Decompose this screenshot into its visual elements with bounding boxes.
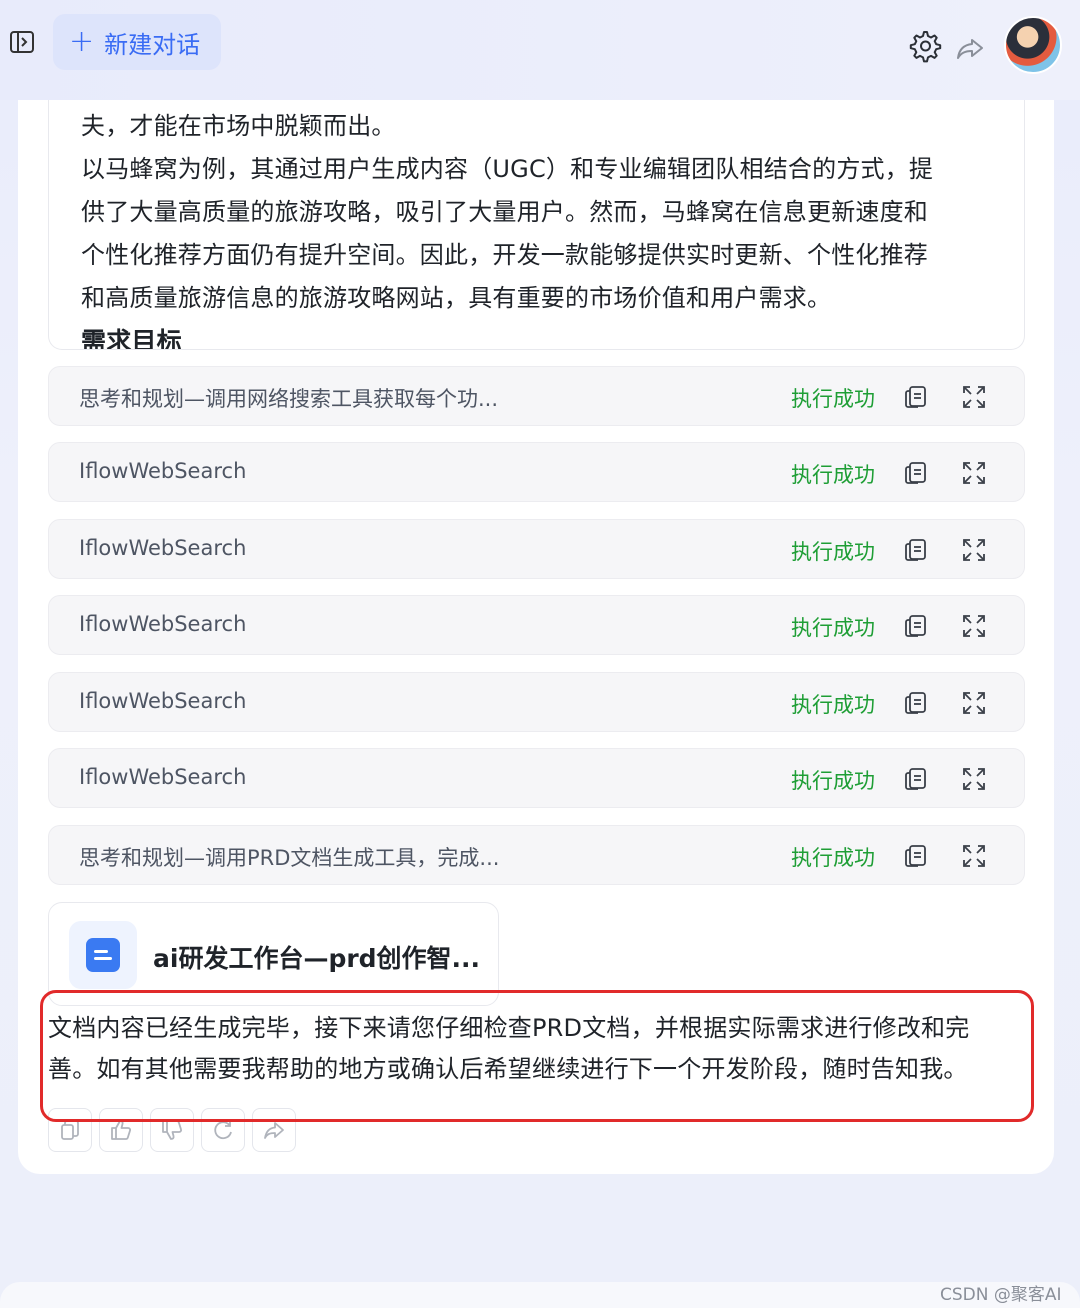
tool-call-row[interactable]: IflowWebSearch 执行成功 [48,748,1025,808]
copy-icon[interactable] [903,613,929,639]
copy-icon[interactable] [903,537,929,563]
plus-icon: + [69,24,95,59]
expand-icon[interactable] [961,613,987,639]
tool-call-row[interactable]: IflowWebSearch 执行成功 [48,672,1025,732]
tool-call-name: IflowWebSearch [79,459,247,483]
tool-call-row[interactable]: 思考和规划—调用网络搜索工具获取每个功... 执行成功 [48,366,1025,426]
document-preview: 夫，才能在市场中脱颖而出。 以马蜂窝为例，其通过用户生成内容（UGC）和专业编辑… [48,100,1025,350]
tool-call-row[interactable]: IflowWebSearch 执行成功 [48,519,1025,579]
sidebar-toggle-icon[interactable] [8,28,36,56]
tool-call-status: 执行成功 [791,463,875,487]
share-icon[interactable] [954,32,986,64]
tool-call-status: 执行成功 [791,387,875,411]
expand-icon[interactable] [961,690,987,716]
copy-icon[interactable] [903,384,929,410]
tool-call-name: IflowWebSearch [79,536,247,560]
file-icon-wrap [69,921,137,989]
tool-call-row[interactable]: 思考和规划—调用PRD文档生成工具，完成... 执行成功 [48,825,1025,885]
tool-call-row[interactable]: IflowWebSearch 执行成功 [48,442,1025,502]
avatar[interactable] [1004,16,1062,74]
document-line: 以马蜂窝为例，其通过用户生成内容（UGC）和专业编辑团队相结合的方式，提 [81,155,934,183]
expand-icon[interactable] [961,537,987,563]
document-line: 个性化推荐方面仍有提升空间。因此，开发一款能够提供实时更新、个性化推荐 [81,241,928,269]
tool-call-name: IflowWebSearch [79,765,247,789]
document-icon [86,938,120,972]
tool-call-name: 思考和规划—调用PRD文档生成工具，完成... [79,846,500,870]
expand-icon[interactable] [961,460,987,486]
input-area-edge [0,1282,1080,1308]
document-line: 夫，才能在市场中脱颖而出。 [81,112,396,140]
tool-call-status: 执行成功 [791,769,875,793]
new-chat-button[interactable]: + 新建对话 [53,14,221,70]
copy-icon[interactable] [903,843,929,869]
document-line: 和高质量旅游信息的旅游攻略网站，具有重要的市场价值和用户需求。 [81,284,832,312]
document-heading: 需求目标 [81,327,182,350]
document-line: 供了大量高质量的旅游攻略，吸引了大量用户。然而，马蜂窝在信息更新速度和 [81,198,928,226]
tool-call-name: IflowWebSearch [79,689,247,713]
tool-call-name: IflowWebSearch [79,612,247,636]
expand-icon[interactable] [961,766,987,792]
copy-icon[interactable] [903,766,929,792]
highlight-annotation [40,990,1034,1122]
tool-call-status: 执行成功 [791,616,875,640]
file-title: ai研发工作台—prd创作智... [153,944,481,973]
tool-call-status: 执行成功 [791,540,875,564]
new-chat-label: 新建对话 [104,30,201,59]
tool-call-status: 执行成功 [791,846,875,870]
tool-call-row[interactable]: IflowWebSearch 执行成功 [48,595,1025,655]
tool-call-name: 思考和规划—调用网络搜索工具获取每个功... [79,387,499,411]
copy-icon[interactable] [903,460,929,486]
expand-icon[interactable] [961,843,987,869]
gear-icon[interactable] [906,28,942,64]
watermark: CSDN @聚客AI [940,1285,1062,1305]
expand-icon[interactable] [961,384,987,410]
copy-icon[interactable] [903,690,929,716]
tool-call-status: 执行成功 [791,693,875,717]
top-bar: + 新建对话 [0,0,1080,100]
